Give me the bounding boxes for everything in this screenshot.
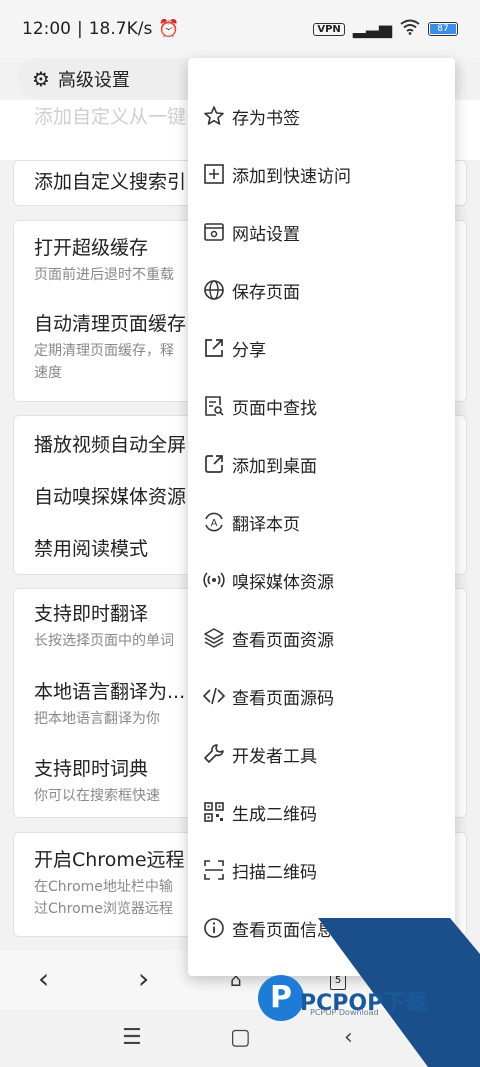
setting-subtitle: 在Chrome地址栏中输 xyxy=(34,879,173,895)
browser-gear-icon xyxy=(204,223,224,241)
code-icon xyxy=(202,687,226,705)
setting-title: 禁用阅读模式 xyxy=(34,538,149,560)
star-plus-icon xyxy=(204,106,224,125)
forward-arrow-icon[interactable]: › xyxy=(138,962,149,995)
menu-item-label: 翻译本页 xyxy=(232,514,300,535)
status-time: 12:00 xyxy=(22,19,71,39)
status-separator: | xyxy=(77,19,83,39)
menu-item-label: 扫描二维码 xyxy=(232,862,317,883)
setting-title: 自动清理页面缓存 xyxy=(34,313,187,335)
menu-item-generate-qr[interactable]: 生成二维码 xyxy=(188,783,455,841)
setting-chrome-remote[interactable]: 开启Chrome远程 在Chrome地址栏中输 过Chrome浏览器远程 xyxy=(34,845,185,920)
menu-item-label: 保存页面 xyxy=(232,282,300,303)
menu-item-label: 查看页面源码 xyxy=(232,688,334,709)
wifi-icon xyxy=(400,19,420,40)
menu-item-label: 嗅探媒体资源 xyxy=(232,572,334,593)
menu-item-add-desktop[interactable]: 添加到桌面 xyxy=(188,435,455,493)
recents-icon[interactable]: ☰ xyxy=(122,1025,142,1050)
setting-subtitle: 长按选择页面中的单词 xyxy=(34,633,174,649)
menu-item-bookmark[interactable]: 存为书签 xyxy=(188,87,455,145)
menu-item-page-resources[interactable]: 查看页面资源 xyxy=(188,609,455,667)
menu-item-label: 网站设置 xyxy=(232,224,300,245)
vpn-badge: VPN xyxy=(313,22,345,36)
setting-add-search-engine[interactable]: 添加自定义搜索引 xyxy=(34,167,186,194)
behind-header-text: 添加自定义从一键 xyxy=(34,106,187,128)
setting-disable-reader[interactable]: 禁用阅读模式 xyxy=(34,534,148,561)
svg-text:A: A xyxy=(211,518,218,529)
setting-subtitle: 定期清理页面缓存，释 xyxy=(34,343,174,359)
qrcode-icon xyxy=(204,802,224,822)
status-net-speed: 18.7K/s xyxy=(88,19,153,39)
setting-instant-dictionary[interactable]: 支持即时词典 你可以在搜索框快速 xyxy=(34,754,160,807)
battery-icon: 87 xyxy=(428,22,458,36)
setting-title: 支持即时词典 xyxy=(34,758,149,780)
setting-title: 本地语言翻译为... xyxy=(34,681,186,703)
setting-title: 开启Chrome远程 xyxy=(34,849,185,871)
setting-title: 播放视频自动全屏 xyxy=(34,434,187,456)
menu-item-label: 页面中查找 xyxy=(232,398,317,419)
broadcast-icon xyxy=(203,572,225,588)
menu-item-translate[interactable]: A 翻译本页 xyxy=(188,493,455,551)
setting-subtitle: 页面前进后退时不重载 xyxy=(34,267,174,283)
doc-search-icon xyxy=(205,396,224,416)
square-plus-icon xyxy=(204,164,224,184)
setting-title: 打开超级缓存 xyxy=(34,237,149,259)
menu-item-sniff-media[interactable]: 嗅探媒体资源 xyxy=(188,551,455,609)
setting-sniff-media[interactable]: 自动嗅探媒体资源 xyxy=(34,482,186,509)
battery-level: 87 xyxy=(430,24,456,34)
watermark-subtext: PCPOP Download xyxy=(310,1008,379,1017)
menu-item-label: 分享 xyxy=(232,340,266,361)
scan-icon xyxy=(204,860,224,880)
setting-video-fullscreen[interactable]: 播放视频自动全屏 xyxy=(34,430,186,457)
setting-subtitle: 你可以在搜索框快速 xyxy=(34,788,160,804)
info-icon xyxy=(204,918,224,938)
menu-item-label: 添加到桌面 xyxy=(232,456,317,477)
page-title: 高级设置 xyxy=(57,70,130,91)
signal-icon: ▂▃▅ xyxy=(352,19,392,39)
watermark-logo: P xyxy=(258,975,304,1021)
menu-item-label: 开发者工具 xyxy=(232,746,317,767)
alarm-icon: ⏰ xyxy=(158,19,180,39)
setting-title: 自动嗅探媒体资源 xyxy=(34,486,187,508)
menu-item-save-page[interactable]: 保存页面 xyxy=(188,261,455,319)
overflow-menu: 存为书签 添加到快速访问 网站设置 保存页面 分享 页面中查找 添加到桌面 A … xyxy=(188,58,455,976)
menu-item-label: 生成二维码 xyxy=(232,804,317,825)
setting-subtitle-line2: 过Chrome浏览器远程 xyxy=(34,901,173,917)
menu-item-find-in-page[interactable]: 页面中查找 xyxy=(188,377,455,435)
setting-local-translate[interactable]: 本地语言翻译为... 把本地语言翻译为你 xyxy=(34,677,185,730)
wrench-icon xyxy=(204,744,224,763)
back-arrow-icon[interactable]: ‹ xyxy=(38,962,49,995)
menu-item-quick-access[interactable]: 添加到快速访问 xyxy=(188,145,455,203)
gear-icon: ⚙ xyxy=(32,67,50,91)
home-square-icon[interactable]: ▢ xyxy=(230,1025,251,1050)
setting-subtitle: 把本地语言翻译为你 xyxy=(34,711,160,727)
setting-title: 支持即时翻译 xyxy=(34,603,149,625)
menu-item-label: 查看页面资源 xyxy=(232,630,334,651)
menu-item-scan-qr[interactable]: 扫描二维码 xyxy=(188,841,455,899)
add-desktop-icon xyxy=(205,455,223,473)
translate-icon: A xyxy=(205,512,223,532)
layers-icon xyxy=(204,628,224,648)
menu-item-label: 添加到快速访问 xyxy=(232,166,351,187)
menu-item-site-settings[interactable]: 网站设置 xyxy=(188,203,455,261)
setting-auto-clean-cache[interactable]: 自动清理页面缓存 定期清理页面缓存，释 速度 xyxy=(34,309,186,384)
menu-item-page-source[interactable]: 查看页面源码 xyxy=(188,667,455,725)
status-bar: 12:00 | 18.7K/s ⏰ VPN ▂▃▅ 87 xyxy=(0,0,480,58)
setting-instant-translate[interactable]: 支持即时翻译 长按选择页面中的单词 xyxy=(34,599,174,652)
setting-subtitle-line2: 速度 xyxy=(34,365,62,381)
setting-super-cache[interactable]: 打开超级缓存 页面前进后退时不重载 xyxy=(34,233,174,286)
setting-title: 添加自定义搜索引 xyxy=(34,171,187,193)
menu-item-share[interactable]: 分享 xyxy=(188,319,455,377)
menu-item-dev-tools[interactable]: 开发者工具 xyxy=(188,725,455,783)
share-icon xyxy=(205,339,223,357)
menu-item-label: 存为书签 xyxy=(232,108,300,129)
globe-download-icon xyxy=(204,280,224,300)
